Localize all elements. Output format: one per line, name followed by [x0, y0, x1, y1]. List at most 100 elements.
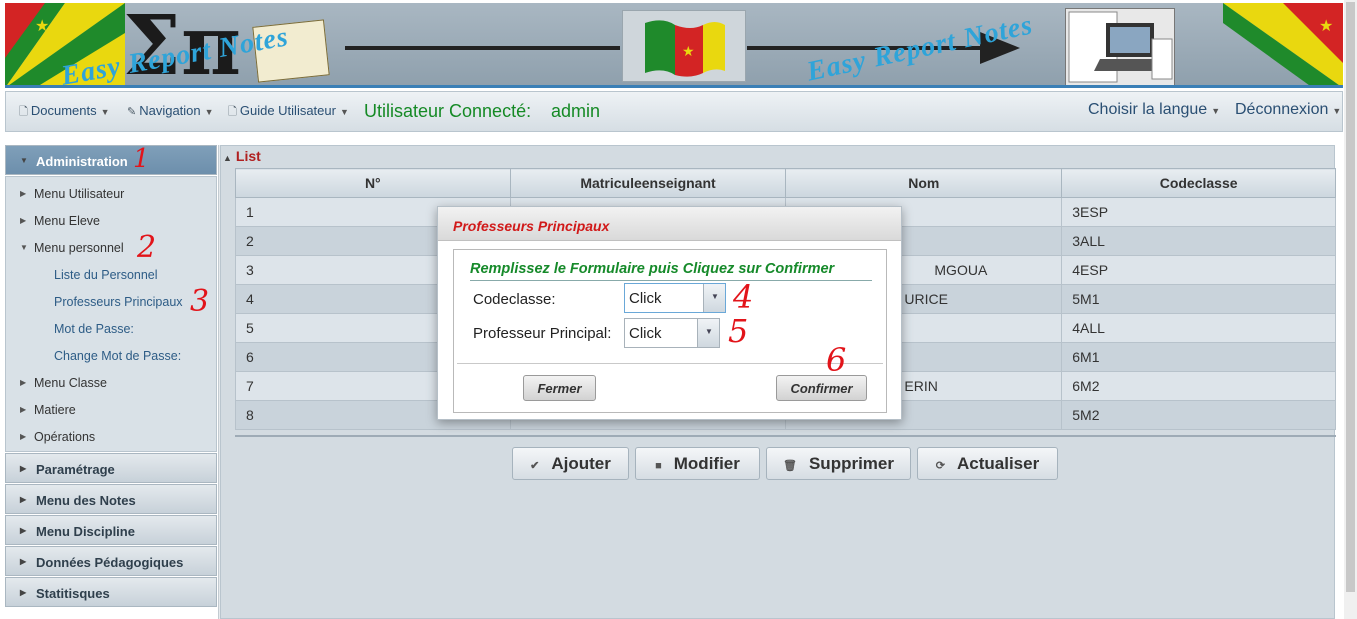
sidebar-item-menu-classe[interactable]: ▶ Menu Classe: [20, 376, 107, 390]
sidebar-item-menu-personnel[interactable]: ▼ Menu personnel: [20, 241, 124, 255]
cameroon-flag-image: ★: [622, 10, 746, 82]
page-scrollbar-thumb[interactable]: [1346, 2, 1355, 592]
triangle-right-icon: ▶: [20, 378, 27, 387]
administration-panel: ▶ Menu Utilisateur ▶ Menu Eleve ▼ Menu pers…: [5, 176, 217, 452]
annotation-4: 4: [733, 278, 754, 316]
sidebar-item-operations[interactable]: ▶ Opérations: [20, 430, 95, 444]
annotation-3: 3: [190, 284, 210, 319]
add-button[interactable]: ✔ Ajouter: [512, 447, 629, 480]
modify-button[interactable]: ■ Modifier: [635, 447, 760, 480]
accordion-menu-notes[interactable]: ▶ Menu des Notes: [5, 484, 217, 514]
close-button[interactable]: Fermer: [523, 375, 596, 401]
triangle-right-icon: ▶: [20, 464, 27, 473]
caret-down-icon: ▼: [1332, 106, 1342, 116]
cell-codeclasse: 5M2: [1061, 400, 1336, 430]
connected-user-label: Utilisateur Connecté:: [364, 101, 532, 121]
annotation-2: 2: [137, 230, 157, 265]
sidebar-item-matiere[interactable]: ▶ Matiere: [20, 403, 76, 417]
triangle-right-icon: ▶: [20, 405, 27, 414]
codeclasse-label: Codeclasse:: [473, 291, 556, 308]
connected-user-name: admin: [551, 101, 601, 121]
triangle-down-icon: ▼: [20, 243, 28, 252]
collapse-up-icon[interactable]: ▲: [223, 153, 232, 163]
form-separator: [457, 363, 883, 364]
triangle-down-icon: ▼: [20, 156, 28, 165]
professeur-principal-select[interactable]: Click ▼: [624, 318, 720, 348]
triangle-right-icon: ▶: [20, 495, 27, 504]
cell-codeclasse: 6M2: [1061, 371, 1336, 401]
confirm-button[interactable]: Confirmer: [776, 375, 867, 401]
cell-codeclasse: 4ALL: [1061, 313, 1336, 343]
accordion-donnees-pedagogiques[interactable]: ▶ Données Pédagogiques: [5, 546, 217, 576]
pencil-icon: ✎: [127, 106, 137, 118]
form-legend: Remplissez le Formulaire puis Cliquez su…: [470, 261, 835, 277]
annotation-1: 1: [133, 144, 150, 174]
page-scrollbar[interactable]: [1344, 0, 1357, 619]
language-menu[interactable]: Choisir la langue ▼: [1088, 101, 1220, 119]
top-menubar: 🗋 Documents ▼ ✎ Navigation ▼ 🗋 Guide Utilisat…: [5, 91, 1343, 132]
arrow-line: [345, 46, 620, 50]
caret-down-icon: ▼: [1211, 106, 1221, 116]
logout-menu[interactable]: Déconnexion ▼: [1235, 101, 1341, 119]
triangle-right-icon: ▶: [20, 216, 27, 225]
accordion-statistiques[interactable]: ▶ Statitisques: [5, 577, 217, 607]
sidebar-item-professeurs-principaux[interactable]: Professeurs Principaux: [54, 295, 183, 309]
sidebar: ▼ Administration ▶ Menu Utilisateur ▶ Menu …: [5, 145, 217, 619]
accordion-parametrage[interactable]: ▶ Paramétrage: [5, 453, 217, 483]
svg-text:★: ★: [682, 43, 695, 59]
navigation-menu[interactable]: ✎ Navigation ▼: [127, 103, 214, 118]
divider: [235, 435, 1336, 437]
triangle-right-icon: ▶: [20, 557, 27, 566]
triangle-right-icon: ▶: [20, 189, 27, 198]
accordion-menu-discipline[interactable]: ▶ Menu Discipline: [5, 515, 217, 545]
dialog-header[interactable]: Professeurs Principaux: [438, 207, 901, 241]
delete-button[interactable]: 🗑 Supprimer: [766, 447, 911, 480]
triangle-right-icon: ▶: [20, 588, 27, 597]
column-header-n[interactable]: N°: [235, 168, 511, 198]
annotation-5: 5: [728, 312, 749, 350]
refresh-button[interactable]: ⟳ Actualiser: [917, 447, 1058, 480]
sidebar-item-liste-personnel[interactable]: Liste du Personnel: [54, 268, 158, 282]
sidebar-item-menu-utilisateur[interactable]: ▶ Menu Utilisateur: [20, 187, 124, 201]
cameroon-flag-corner-right: ★: [1223, 3, 1343, 85]
column-header-nom[interactable]: Nom: [785, 168, 1063, 198]
check-icon: ✔: [530, 460, 540, 472]
caret-down-icon: ▼: [100, 107, 110, 117]
cell-codeclasse: 5M1: [1061, 284, 1336, 314]
dropdown-arrow-button[interactable]: ▼: [697, 319, 719, 347]
table-header-row: N° Matriculeenseignant Nom Codeclasse: [235, 168, 1336, 198]
chevron-down-icon: ▼: [711, 292, 719, 301]
codeclasse-select[interactable]: Click ▼: [624, 283, 726, 313]
svg-text:★: ★: [1319, 18, 1333, 35]
caret-down-icon: ▼: [204, 107, 214, 117]
refresh-icon: ⟳: [935, 460, 945, 472]
professeur-principal-label: Professeur Principal:: [473, 325, 612, 342]
report-card-image: [1065, 8, 1175, 85]
chevron-down-icon: ▼: [705, 327, 713, 336]
professeurs-principaux-dialog: Professeurs Principaux Remplissez le For…: [437, 206, 902, 420]
cell-codeclasse: 4ESP: [1061, 255, 1336, 285]
sidebar-item-mot-de-passe[interactable]: Mot de Passe:: [54, 322, 134, 336]
dialog-form: Remplissez le Formulaire puis Cliquez su…: [453, 249, 887, 413]
documents-menu[interactable]: 🗋 Documents ▼: [19, 103, 110, 122]
sidebar-item-change-mot-de-passe[interactable]: Change Mot de Passe:: [54, 349, 181, 363]
sidebar-item-menu-eleve[interactable]: ▶ Menu Eleve: [20, 214, 100, 228]
dropdown-arrow-button[interactable]: ▼: [703, 284, 725, 312]
cell-codeclasse: 6M1: [1061, 342, 1336, 372]
column-header-matricule[interactable]: Matriculeenseignant: [509, 168, 787, 198]
trash-icon: 🗑: [783, 460, 797, 472]
cell-codeclasse: 3ESP: [1061, 197, 1336, 227]
triangle-right-icon: ▶: [20, 432, 27, 441]
triangle-right-icon: ▶: [20, 526, 27, 535]
document-icon: 🗋: [228, 106, 237, 118]
annotation-6: 6: [826, 341, 847, 379]
accordion-administration[interactable]: ▼ Administration: [5, 145, 217, 175]
list-title[interactable]: ▲ List: [223, 148, 261, 164]
professeur-principal-value: Click: [629, 325, 662, 342]
column-header-codeclasse[interactable]: Codeclasse: [1061, 168, 1336, 198]
dialog-title: Professeurs Principaux: [453, 218, 610, 234]
svg-text:★: ★: [35, 18, 49, 35]
legend-divider: [470, 280, 872, 281]
guide-menu[interactable]: 🗋 Guide Utilisateur ▼: [228, 103, 349, 122]
caret-down-icon: ▼: [339, 107, 349, 117]
